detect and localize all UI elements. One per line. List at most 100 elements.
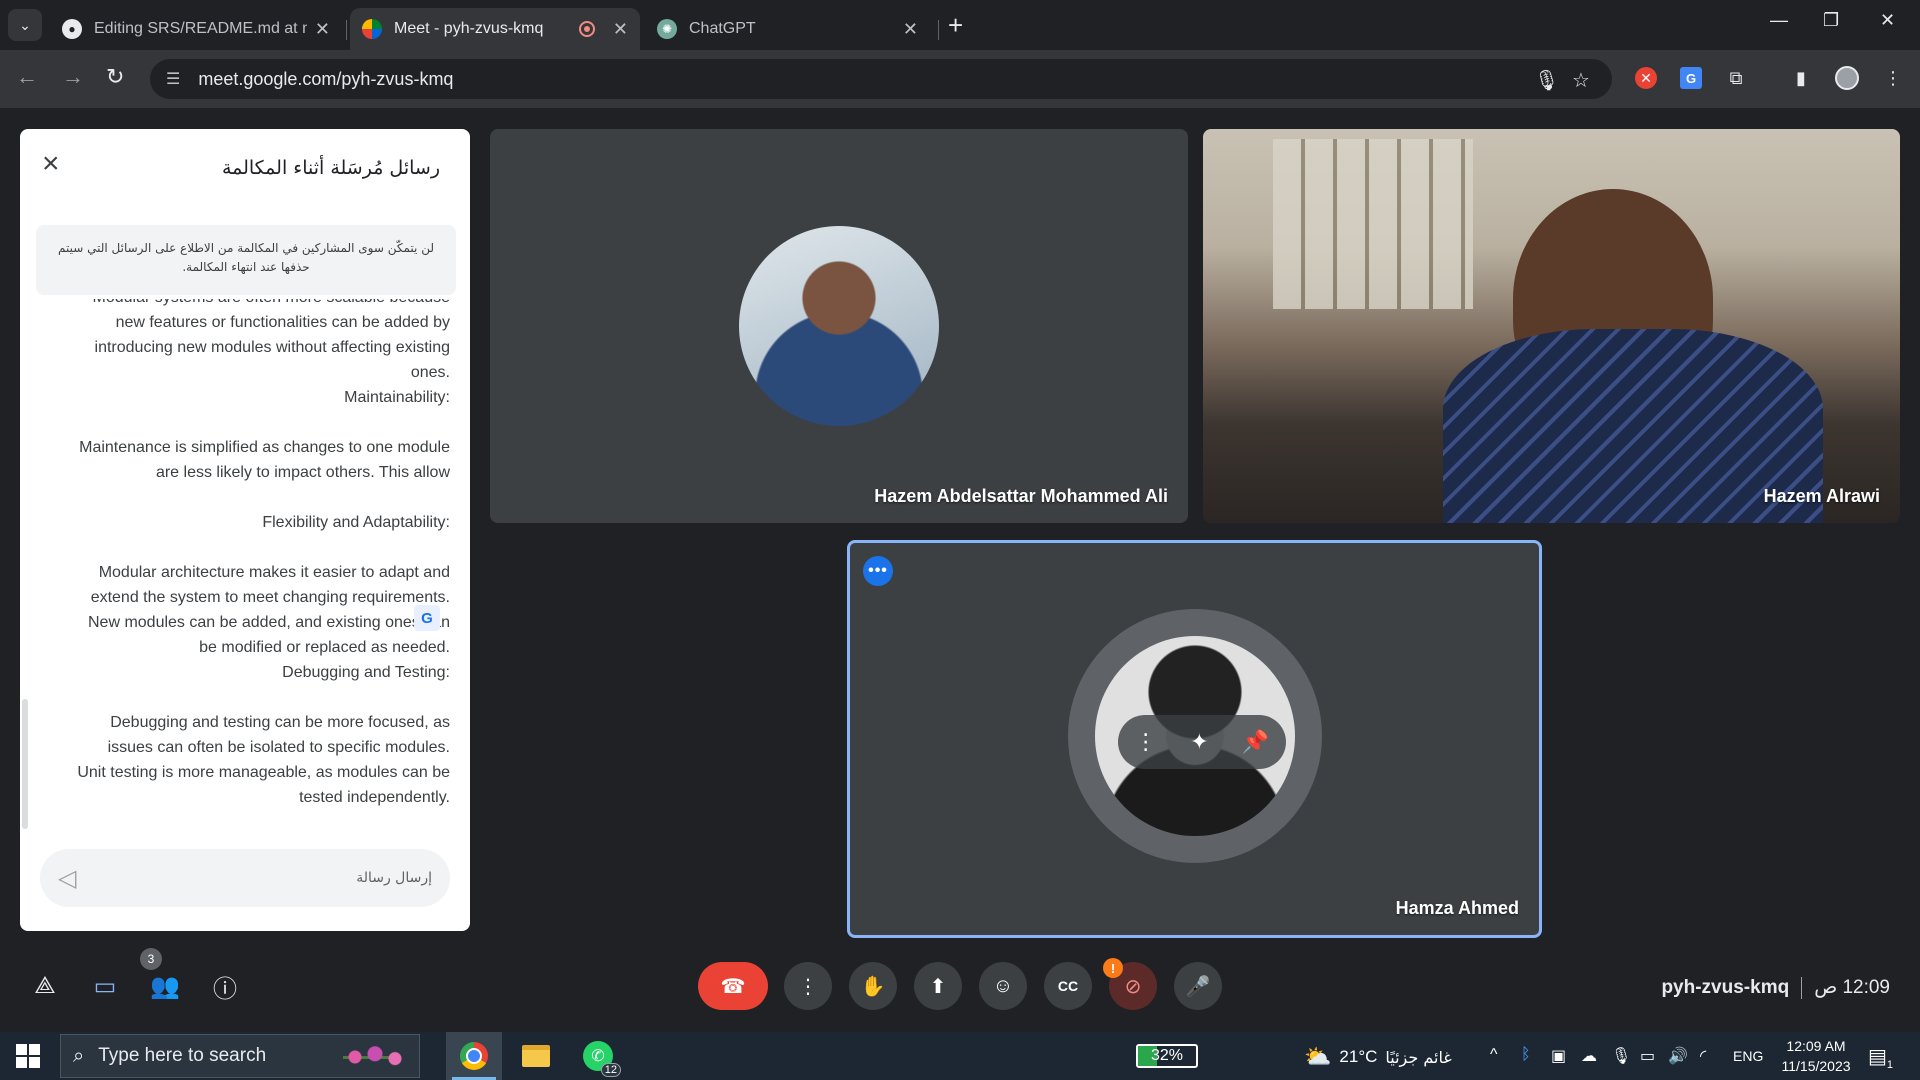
chrome-icon bbox=[460, 1042, 488, 1070]
present-screen-icon[interactable]: ⬆ bbox=[914, 962, 962, 1010]
battery-label: 32% bbox=[1150, 1047, 1184, 1064]
chat-message-line bbox=[50, 410, 450, 435]
restore-button[interactable]: ❐ bbox=[1823, 10, 1839, 31]
chat-icon[interactable]: ▭ bbox=[87, 968, 123, 1004]
close-chat-button[interactable]: × bbox=[42, 149, 60, 179]
more-vert-icon[interactable]: ⋮ bbox=[1135, 729, 1157, 755]
taskbar-whatsapp[interactable]: ✆ 12 bbox=[570, 1032, 626, 1080]
battery-indicator[interactable]: 32% bbox=[1136, 1044, 1198, 1068]
raise-hand-icon[interactable]: ✋ bbox=[849, 962, 897, 1010]
search-placeholder: Type here to search bbox=[98, 1045, 267, 1066]
onedrive-icon[interactable]: ☁ bbox=[1581, 1046, 1597, 1066]
volume-icon[interactable]: 🔊 bbox=[1668, 1046, 1688, 1066]
whatsapp-badge: 12 bbox=[600, 1063, 621, 1077]
minimize-button[interactable]: — bbox=[1770, 10, 1788, 31]
profile-avatar[interactable] bbox=[1834, 65, 1860, 91]
chat-message-line: new features or functionalities can be a… bbox=[115, 314, 450, 331]
new-tab-button[interactable]: + bbox=[948, 10, 963, 41]
participant-name: Hamza Ahmed bbox=[1395, 898, 1519, 918]
chat-message-line: Flexibility and Adaptability: bbox=[262, 514, 450, 531]
chat-notice: لن يتمكّن سوى المشاركين في المكالمة من ا… bbox=[36, 225, 456, 295]
weather-widget[interactable]: ⛅ 21°C غائم جزئيًا bbox=[1304, 1044, 1452, 1070]
chat-message-line: are less likely to impact others. This a… bbox=[155, 464, 450, 481]
whatsapp-icon: ✆ 12 bbox=[583, 1041, 621, 1077]
chat-message-line: tested independently. bbox=[299, 789, 450, 806]
battery-tray-icon[interactable]: ▭ bbox=[1640, 1046, 1655, 1066]
show-hidden-icons-icon[interactable]: ^ bbox=[1490, 1046, 1498, 1064]
back-button[interactable]: ← bbox=[16, 64, 38, 90]
emoji-reaction-icon[interactable]: ☺ bbox=[979, 962, 1027, 1010]
browser-toolbar: ← → ↻ ☰ meet.google.com/pyh-zvus-kmq 🎙 ☆… bbox=[0, 50, 1920, 108]
chat-message-line bbox=[50, 535, 450, 560]
tab-chatgpt[interactable]: ✺ ChatGPT ✕ bbox=[645, 8, 930, 50]
window-background bbox=[1273, 139, 1473, 309]
camera-warning-badge: ! bbox=[1103, 958, 1123, 978]
extensions-puzzle-icon[interactable]: ⧉ bbox=[1723, 65, 1749, 91]
url-text: meet.google.com/pyh-zvus-kmq bbox=[198, 68, 454, 89]
participant-video-tile[interactable]: Hazem Alrawi bbox=[1203, 129, 1900, 523]
captions-icon[interactable]: CC bbox=[1044, 962, 1092, 1010]
close-tab-icon[interactable]: ✕ bbox=[903, 19, 918, 40]
partly-cloudy-icon: ⛅ bbox=[1304, 1044, 1332, 1069]
microphone-icon[interactable]: 🎤 bbox=[1174, 962, 1222, 1010]
tab-github[interactable]: ● Editing SRS/README.md at ma ✕ bbox=[50, 8, 342, 50]
tab-search-button[interactable]: ⌄ bbox=[8, 9, 42, 41]
taskbar-chrome[interactable] bbox=[446, 1032, 502, 1080]
participant-avatar bbox=[739, 226, 939, 426]
site-settings-icon[interactable]: ☰ bbox=[166, 69, 180, 89]
chat-scrollbar[interactable] bbox=[22, 699, 28, 829]
chat-input-placeholder: إرسال رسالة bbox=[356, 870, 432, 886]
chat-message-line: Modular systems are often more scalable … bbox=[50, 299, 450, 310]
tab-strip: ⌄ ● Editing SRS/README.md at ma ✕ Meet -… bbox=[0, 0, 1920, 50]
wifi-icon[interactable]: ◜ bbox=[1700, 1046, 1706, 1066]
close-tab-icon[interactable]: ✕ bbox=[613, 19, 628, 40]
people-icon[interactable]: 👥 bbox=[147, 968, 183, 1004]
tab-title: ChatGPT bbox=[689, 20, 756, 37]
meeting-info-icon[interactable]: ⓘ bbox=[207, 968, 243, 1004]
participant-tile[interactable]: Hazem Abdelsattar Mohammed Ali bbox=[490, 129, 1188, 523]
activities-icon[interactable]: ⟁ bbox=[27, 968, 63, 1004]
send-icon[interactable]: ◁ bbox=[58, 864, 76, 893]
taskbar-file-explorer[interactable] bbox=[508, 1032, 564, 1080]
reload-button[interactable]: ↻ bbox=[106, 64, 124, 90]
forward-button[interactable]: → bbox=[62, 64, 84, 90]
chat-message-line: New modules can be added, and existing o… bbox=[87, 614, 450, 631]
effects-sparkle-icon[interactable]: ✦ bbox=[1190, 729, 1208, 755]
side-panel-icon[interactable]: ▮ bbox=[1788, 65, 1814, 91]
clock-date: 11/15/2023 bbox=[1781, 1058, 1851, 1074]
taskbar-clock[interactable]: 12:09 AM 11/15/2023 bbox=[1770, 1036, 1862, 1076]
leave-call-button[interactable]: ☎ bbox=[698, 962, 768, 1010]
participant-tile-active[interactable]: ••• ⋮ ✦ 📌 Hamza Ahmed bbox=[847, 540, 1542, 938]
tab-divider bbox=[346, 20, 347, 40]
translate-icon[interactable]: G bbox=[414, 605, 440, 631]
more-options-button[interactable]: ••• bbox=[863, 556, 893, 586]
bluetooth-icon[interactable]: ᛒ bbox=[1521, 1046, 1531, 1064]
chat-message-line: Debugging and Testing: bbox=[282, 664, 450, 681]
google-translate-extension-icon[interactable]: G bbox=[1678, 65, 1704, 91]
chat-message-line: issues can often be isolated to specific… bbox=[107, 739, 450, 756]
participant-name: Hazem Alrawi bbox=[1763, 486, 1880, 506]
tab-title: Meet - pyh-zvus-kmq bbox=[394, 20, 544, 37]
extension-blocker-icon[interactable]: ✕ bbox=[1633, 65, 1659, 91]
microphone-in-use-icon[interactable]: 🎙 bbox=[1534, 68, 1559, 93]
microphone-tray-icon[interactable]: 🎙 bbox=[1611, 1046, 1631, 1066]
close-window-button[interactable]: ✕ bbox=[1880, 10, 1895, 31]
browser-menu-icon[interactable]: ⋮ bbox=[1880, 65, 1906, 91]
folder-icon bbox=[522, 1045, 550, 1067]
chat-input[interactable]: ◁ إرسال رسالة bbox=[40, 849, 450, 907]
pin-icon[interactable]: 📌 bbox=[1242, 729, 1269, 755]
chat-message-line: ones. bbox=[410, 364, 450, 381]
call-controls-bar: ⟁ ▭ 👥 3 ⓘ ☎ ⋮ ✋ ⬆ ☺ CC ⊘ ! 🎤 pyh-zvus-km… bbox=[0, 938, 1920, 1032]
chat-message-line: extend the system to meet changing requi… bbox=[90, 589, 450, 606]
more-options-icon[interactable]: ⋮ bbox=[784, 962, 832, 1010]
close-tab-icon[interactable]: ✕ bbox=[315, 19, 330, 40]
bookmark-star-icon[interactable]: ☆ bbox=[1572, 68, 1590, 93]
tab-meet[interactable]: Meet - pyh-zvus-kmq ✕ bbox=[350, 8, 640, 50]
chat-message-line bbox=[50, 685, 450, 710]
windows-start-icon[interactable] bbox=[16, 1044, 40, 1068]
device-icon[interactable]: ▣ bbox=[1551, 1046, 1566, 1066]
notifications-icon[interactable]: ▤1 bbox=[1868, 1044, 1893, 1071]
address-bar[interactable]: ☰ meet.google.com/pyh-zvus-kmq bbox=[150, 59, 1612, 99]
taskbar-search[interactable]: ⌕ Type here to search bbox=[60, 1034, 420, 1078]
language-indicator[interactable]: ENG bbox=[1733, 1048, 1763, 1064]
